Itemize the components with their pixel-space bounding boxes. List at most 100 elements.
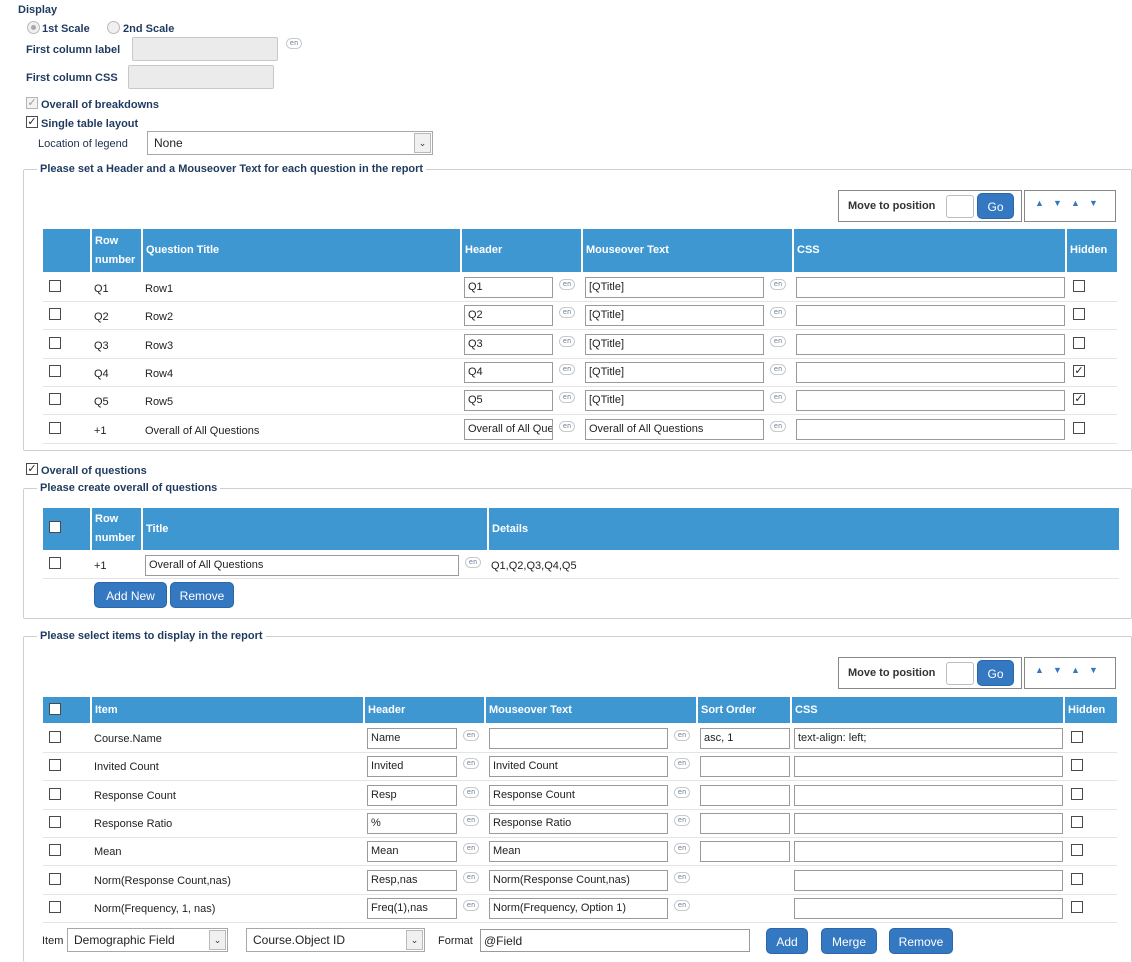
lang-badge[interactable]: en xyxy=(559,364,575,375)
move-position-input[interactable] xyxy=(946,662,974,685)
lang-badge[interactable]: en xyxy=(674,730,690,741)
remove-button[interactable]: Remove xyxy=(170,582,234,608)
item-hidden-checkbox[interactable] xyxy=(1071,788,1083,800)
question-css-input[interactable] xyxy=(796,334,1065,355)
move-bottom-icon[interactable]: ▼ xyxy=(1089,198,1098,208)
item-row-checkbox[interactable] xyxy=(49,731,61,743)
question-mouseover-input[interactable]: [QTitle] xyxy=(585,277,764,298)
item-hidden-checkbox[interactable] xyxy=(1071,731,1083,743)
item-type-select[interactable]: Demographic Field ⌄ xyxy=(67,928,228,952)
question-row-checkbox[interactable] xyxy=(49,365,61,377)
item-css-input[interactable] xyxy=(794,898,1063,919)
question-mouseover-input[interactable]: [QTitle] xyxy=(585,305,764,326)
field-select[interactable]: Course.Object ID ⌄ xyxy=(246,928,425,952)
lang-badge[interactable]: en xyxy=(463,843,479,854)
lang-badge[interactable]: en xyxy=(770,421,786,432)
item-css-input[interactable] xyxy=(794,813,1063,834)
lang-badge[interactable]: en xyxy=(770,336,786,347)
move-top-icon[interactable]: ▲ xyxy=(1035,198,1044,208)
lang-badge[interactable]: en xyxy=(770,279,786,290)
item-sort-input[interactable] xyxy=(700,813,790,834)
first-column-label-input[interactable] xyxy=(132,37,278,61)
overall-select-all-checkbox[interactable] xyxy=(49,521,61,533)
question-css-input[interactable] xyxy=(796,277,1065,298)
overall-breakdowns-checkbox[interactable] xyxy=(26,97,38,109)
lang-badge[interactable]: en xyxy=(674,900,690,911)
item-css-input[interactable] xyxy=(794,841,1063,862)
item-hidden-checkbox[interactable] xyxy=(1071,901,1083,913)
format-input[interactable]: @Field xyxy=(480,929,750,952)
move-up-icon[interactable]: ▲ xyxy=(1071,198,1080,208)
question-hidden-checkbox[interactable] xyxy=(1073,337,1085,349)
scale1-radio[interactable] xyxy=(27,21,40,34)
item-mouseover-input[interactable]: Invited Count xyxy=(489,756,668,777)
question-header-input[interactable]: Overall of All Que xyxy=(464,419,553,440)
question-hidden-checkbox[interactable] xyxy=(1073,280,1085,292)
lang-badge[interactable]: en xyxy=(559,421,575,432)
lang-badge[interactable]: en xyxy=(463,730,479,741)
lang-badge[interactable]: en xyxy=(674,758,690,769)
question-mouseover-input[interactable]: [QTitle] xyxy=(585,362,764,383)
lang-badge[interactable]: en xyxy=(770,364,786,375)
item-row-checkbox[interactable] xyxy=(49,759,61,771)
items-select-all-checkbox[interactable] xyxy=(49,703,61,715)
item-sort-input[interactable] xyxy=(700,785,790,806)
lang-badge[interactable]: en xyxy=(559,392,575,403)
question-header-input[interactable]: Q3 xyxy=(464,334,553,355)
lang-badge[interactable]: en xyxy=(463,815,479,826)
single-table-checkbox[interactable] xyxy=(26,116,38,128)
legend-location-select[interactable]: None ⌄ xyxy=(147,131,433,155)
question-header-input[interactable]: Q1 xyxy=(464,277,553,298)
item-css-input[interactable] xyxy=(794,785,1063,806)
lang-badge[interactable]: en xyxy=(674,872,690,883)
question-row-checkbox[interactable] xyxy=(49,337,61,349)
lang-badge[interactable]: en xyxy=(674,843,690,854)
merge-button[interactable]: Merge xyxy=(821,928,877,954)
question-hidden-checkbox[interactable] xyxy=(1073,393,1085,405)
move-position-input[interactable] xyxy=(946,195,974,218)
item-hidden-checkbox[interactable] xyxy=(1071,759,1083,771)
item-mouseover-input[interactable]: Response Count xyxy=(489,785,668,806)
question-hidden-checkbox[interactable] xyxy=(1073,422,1085,434)
item-mouseover-input[interactable]: Norm(Frequency, Option 1) xyxy=(489,898,668,919)
item-header-input[interactable]: Freq(1),nas xyxy=(367,898,457,919)
item-hidden-checkbox[interactable] xyxy=(1071,844,1083,856)
item-header-input[interactable]: % xyxy=(367,813,457,834)
item-mouseover-input[interactable]: Norm(Response Count,nas) xyxy=(489,870,668,891)
move-up-icon[interactable]: ▲ xyxy=(1071,665,1080,675)
lang-badge[interactable]: en xyxy=(674,815,690,826)
item-mouseover-input[interactable] xyxy=(489,728,668,749)
move-bottom-icon[interactable]: ▼ xyxy=(1089,665,1098,675)
lang-badge[interactable]: en xyxy=(463,872,479,883)
question-row-checkbox[interactable] xyxy=(49,280,61,292)
question-css-input[interactable] xyxy=(796,305,1065,326)
overall-row-title-input[interactable]: Overall of All Questions xyxy=(145,555,459,576)
lang-badge[interactable]: en xyxy=(674,787,690,798)
question-hidden-checkbox[interactable] xyxy=(1073,365,1085,377)
question-css-input[interactable] xyxy=(796,362,1065,383)
item-sort-input[interactable]: asc, 1 xyxy=(700,728,790,749)
question-hidden-checkbox[interactable] xyxy=(1073,308,1085,320)
go-button[interactable]: Go xyxy=(977,193,1014,219)
lang-badge[interactable]: en xyxy=(770,307,786,318)
item-css-input[interactable] xyxy=(794,870,1063,891)
overall-questions-checkbox[interactable] xyxy=(26,463,38,475)
item-mouseover-input[interactable]: Mean xyxy=(489,841,668,862)
lang-badge[interactable]: en xyxy=(559,336,575,347)
add-button[interactable]: Add xyxy=(766,928,808,954)
item-mouseover-input[interactable]: Response Ratio xyxy=(489,813,668,834)
lang-badge[interactable]: en xyxy=(463,758,479,769)
question-css-input[interactable] xyxy=(796,390,1065,411)
item-sort-input[interactable] xyxy=(700,756,790,777)
item-header-input[interactable]: Invited xyxy=(367,756,457,777)
item-hidden-checkbox[interactable] xyxy=(1071,816,1083,828)
item-css-input[interactable]: text-align: left; xyxy=(794,728,1063,749)
remove-item-button[interactable]: Remove xyxy=(889,928,953,954)
scale2-radio[interactable] xyxy=(107,21,120,34)
first-column-css-input[interactable] xyxy=(128,65,274,89)
lang-badge[interactable]: en xyxy=(463,900,479,911)
question-row-checkbox[interactable] xyxy=(49,422,61,434)
move-down-icon[interactable]: ▼ xyxy=(1053,198,1062,208)
item-row-checkbox[interactable] xyxy=(49,873,61,885)
move-down-icon[interactable]: ▼ xyxy=(1053,665,1062,675)
